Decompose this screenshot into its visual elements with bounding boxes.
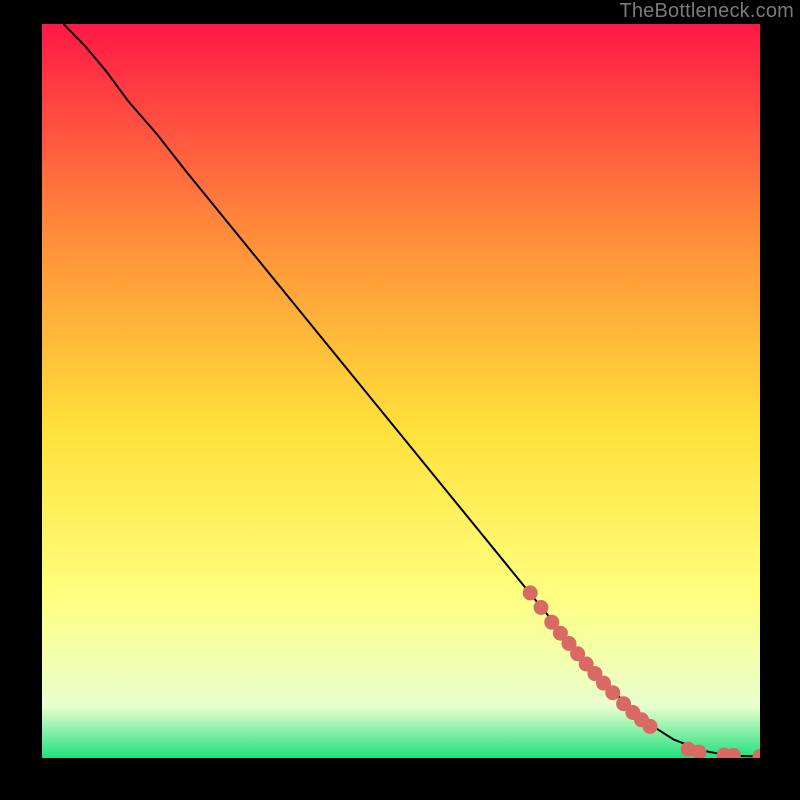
watermark-text: TheBottleneck.com bbox=[619, 0, 794, 23]
chart-frame: TheBottleneck.com bbox=[0, 0, 800, 800]
data-point bbox=[643, 719, 658, 734]
gradient-background bbox=[42, 24, 760, 758]
data-point bbox=[534, 600, 549, 615]
plot-area bbox=[42, 24, 760, 758]
chart-svg bbox=[42, 24, 760, 758]
data-point bbox=[605, 685, 620, 700]
data-point bbox=[523, 585, 538, 600]
